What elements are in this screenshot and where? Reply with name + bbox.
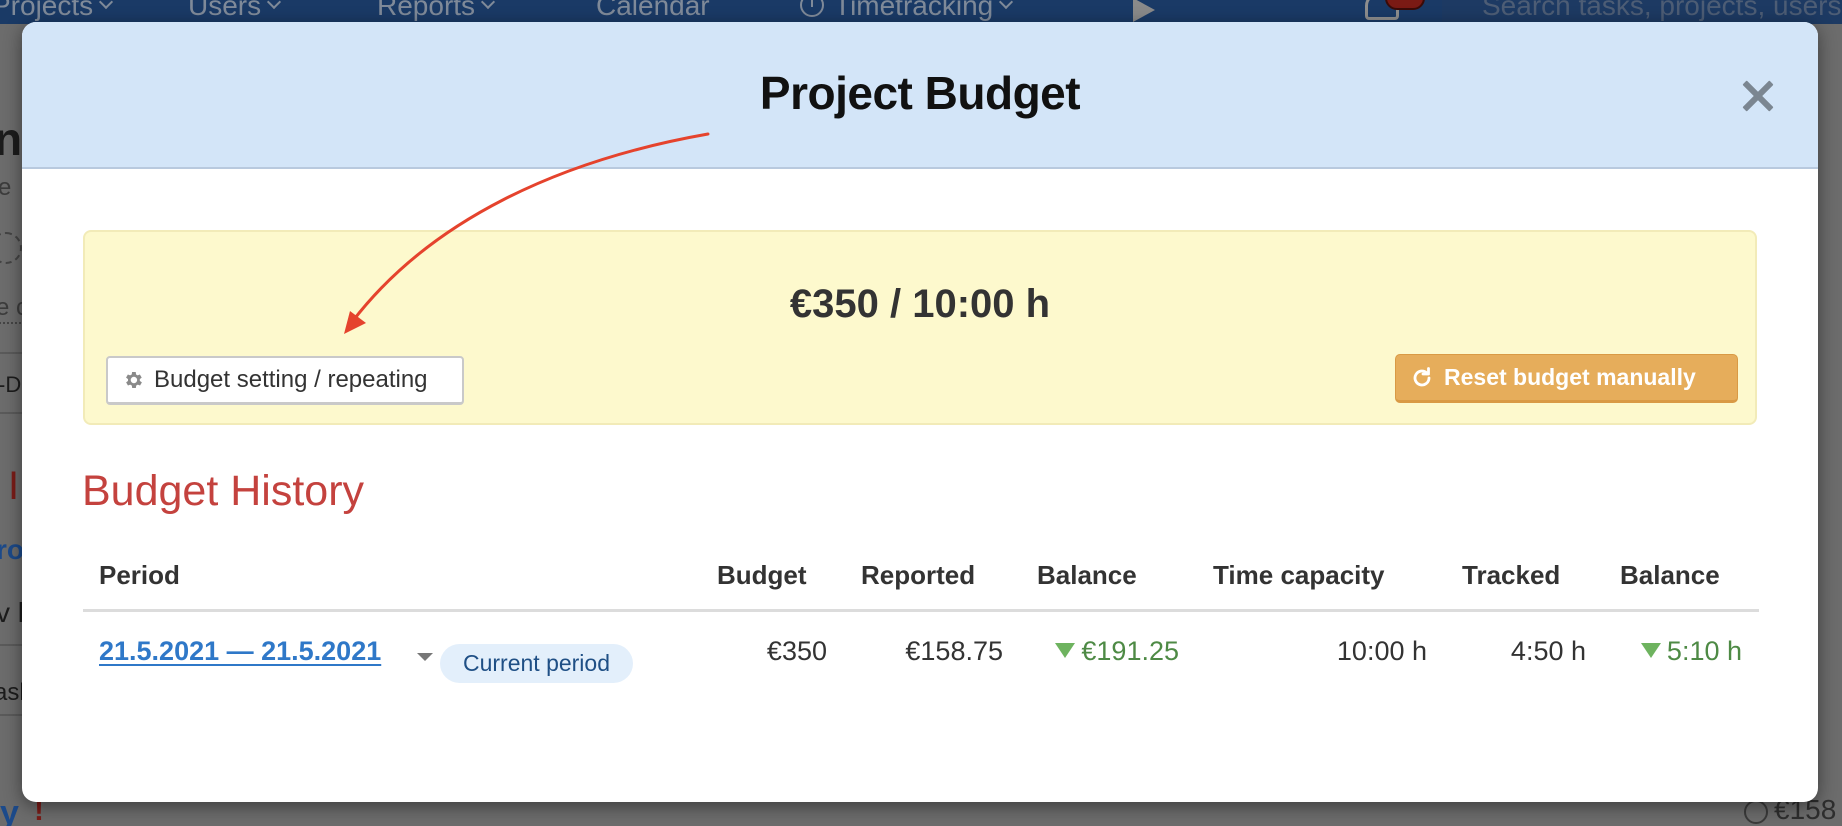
- budget-summary-value: €350 / 10:00 h: [789, 282, 1051, 326]
- bg-link-fragment: ro: [0, 534, 24, 565]
- bg-text-fragment: asl: [0, 679, 25, 706]
- triangle-down-icon: [1055, 643, 1076, 658]
- project-budget-modal: Project Budget €350 / 10:00 h Budget set…: [22, 22, 1818, 802]
- gear-icon: [122, 369, 144, 391]
- bg-tab-fragment: -D: [0, 372, 22, 397]
- divider: [0, 352, 22, 354]
- column-header-time-balance: Balance: [1620, 560, 1720, 590]
- top-navigation-bar: Projects Users Reports Calendar Timetrac…: [0, 0, 1842, 24]
- nav-label: Reports: [377, 0, 476, 21]
- budget-setting-label: Budget setting / repeating: [154, 366, 428, 393]
- table-header-divider: [83, 609, 1759, 612]
- chevron-down-icon: [267, 0, 282, 10]
- divider: [0, 714, 22, 716]
- cell-reported: €158.75: [905, 636, 1003, 666]
- column-header-tracked: Tracked: [1462, 560, 1561, 590]
- timer-icon: [800, 0, 824, 17]
- cell-time-balance: 5:10 h: [1640, 636, 1742, 667]
- triangle-down-icon: [1640, 643, 1661, 658]
- bg-avatar-placeholder: [0, 232, 22, 264]
- budget-summary-panel: €350 / 10:00 h Budget setting / repeatin…: [83, 230, 1757, 425]
- bg-red-fragment: I: [8, 464, 20, 508]
- divider: [0, 644, 22, 646]
- modal-header: Project Budget: [22, 22, 1818, 169]
- cell-budget: €350: [766, 636, 827, 666]
- time-balance-value: 5:10 h: [1666, 636, 1742, 666]
- chevron-down-icon: [99, 0, 114, 10]
- chevron-down-icon: [999, 0, 1014, 10]
- caret-down-icon[interactable]: [417, 653, 433, 661]
- cell-tracked: 4:50 h: [1510, 636, 1586, 666]
- nav-label: Users: [188, 0, 262, 21]
- divider: [0, 412, 22, 414]
- cell-balance: €191.25: [1055, 636, 1179, 667]
- column-header-reported: Reported: [861, 560, 976, 590]
- column-header-time-capacity: Time capacity: [1213, 560, 1385, 590]
- budget-setting-button[interactable]: Budget setting / repeating: [106, 356, 464, 405]
- column-header-budget: Budget: [717, 560, 807, 590]
- nav-item-users[interactable]: Users: [188, 0, 282, 22]
- refresh-icon: [1410, 366, 1434, 390]
- reset-budget-button[interactable]: Reset budget manually: [1395, 354, 1738, 403]
- period-link[interactable]: 21.5.2021 — 21.5.2021: [99, 636, 381, 667]
- global-search-input[interactable]: Search tasks, projects, users: [1442, 0, 1842, 24]
- nav-item-timetracking[interactable]: Timetracking: [800, 0, 1014, 22]
- bg-link-fragment: y: [0, 794, 19, 826]
- bg-heading-fragment: n: [0, 113, 23, 165]
- chevron-down-icon: [480, 0, 496, 10]
- nav-label: Calendar: [596, 0, 710, 21]
- current-period-badge: Current period: [440, 644, 633, 683]
- budget-history-title: Budget History: [82, 467, 365, 515]
- coin-icon: [1744, 800, 1768, 824]
- nav-item-calendar[interactable]: Calendar: [596, 0, 710, 22]
- modal-title: Project Budget: [759, 67, 1081, 119]
- notification-badge: [1385, 0, 1425, 10]
- search-placeholder: Search tasks, projects, users: [1482, 0, 1842, 21]
- balance-value: €191.25: [1081, 636, 1179, 666]
- nav-item-projects[interactable]: Projects: [0, 0, 114, 22]
- nav-label: Timetracking: [834, 0, 994, 21]
- column-header-period: Period: [99, 560, 180, 590]
- bg-text-fragment: e: [0, 174, 12, 201]
- column-header-balance: Balance: [1037, 560, 1137, 590]
- nav-label: Projects: [0, 0, 94, 21]
- play-icon[interactable]: [1133, 0, 1155, 22]
- nav-item-reports[interactable]: Reports: [377, 0, 496, 22]
- cell-time-capacity: 10:00 h: [1336, 636, 1427, 666]
- reset-budget-label: Reset budget manually: [1444, 364, 1696, 390]
- close-icon[interactable]: [1738, 76, 1776, 114]
